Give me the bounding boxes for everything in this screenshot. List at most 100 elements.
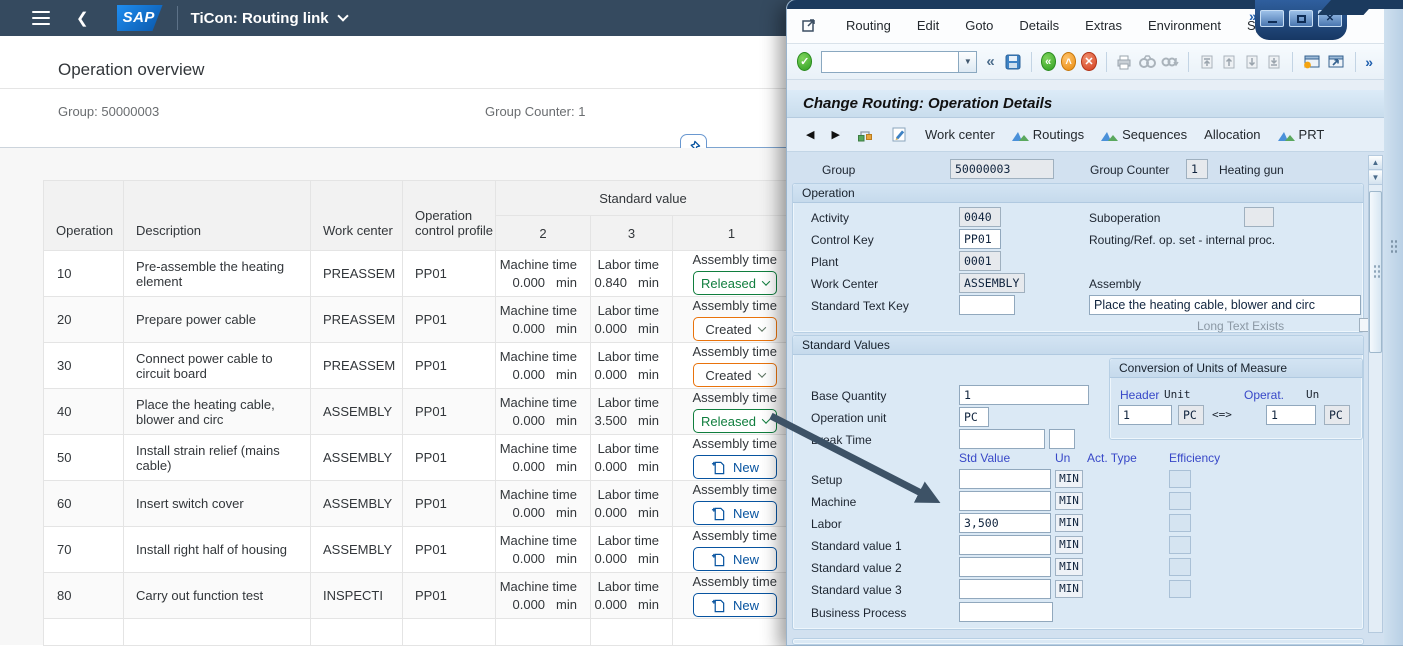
new-session-icon[interactable] [1301, 51, 1321, 73]
status-button-new[interactable]: New [693, 501, 777, 525]
find-icon[interactable] [1138, 51, 1156, 73]
system-menu-icon[interactable] [801, 18, 821, 34]
standard-value-2-efficiency-field[interactable] [1169, 558, 1191, 576]
col-header-work-center[interactable]: Work center [311, 181, 403, 251]
standard-value-1-std-value-input[interactable] [959, 535, 1051, 555]
status-button-new[interactable]: New [693, 593, 777, 617]
standard-value-3-unit-field[interactable]: MIN [1055, 580, 1083, 598]
menu-item-environment[interactable]: Environment [1135, 14, 1234, 37]
status-button-new[interactable]: New [693, 455, 777, 479]
labor-std-value-input[interactable] [959, 513, 1051, 533]
exit-icon[interactable]: ˄ [1061, 52, 1076, 71]
conversion-operat-qty-field[interactable] [1266, 405, 1316, 425]
table-row[interactable]: 60Insert switch coverASSEMBLYPP01Machine… [44, 481, 791, 527]
table-row[interactable]: 50Install strain relief (mains cable)ASS… [44, 435, 791, 481]
back-icon[interactable]: « [1041, 52, 1056, 71]
app-title[interactable]: TiCon: Routing link [191, 10, 329, 27]
previous-page-icon[interactable] [1221, 51, 1238, 73]
standard-value-2-std-value-input[interactable] [959, 557, 1051, 577]
sequences-button[interactable]: Sequences [1096, 124, 1192, 145]
setup-unit-field[interactable]: MIN [1055, 470, 1083, 488]
work-center-button[interactable]: Work center [920, 124, 1000, 145]
standard-value-1-efficiency-field[interactable] [1169, 536, 1191, 554]
long-text-icon[interactable] [886, 123, 913, 146]
machine-std-value-input[interactable] [959, 491, 1051, 511]
col-header-3[interactable]: 3 [591, 216, 673, 251]
chevron-down-icon[interactable] [337, 10, 348, 21]
previous-operation-icon[interactable]: ◀ [801, 125, 819, 144]
scroll-up-icon[interactable]: ▲ [1369, 156, 1382, 170]
routings-button[interactable]: Routings [1007, 124, 1089, 145]
col-header-control-profile[interactable]: Operation control profile [403, 181, 496, 251]
scrollbar-thumb[interactable] [1369, 191, 1382, 353]
first-page-icon[interactable] [1198, 51, 1215, 73]
status-button-new[interactable]: New [693, 547, 777, 571]
table-row[interactable]: 70Install right half of housingASSEMBLYP… [44, 527, 791, 573]
scroll-down-icon[interactable]: ▼ [1369, 171, 1382, 185]
break-time-field[interactable] [959, 429, 1045, 449]
col-header-operation[interactable]: Operation [44, 181, 124, 251]
table-row[interactable]: 80Carry out function testINSPECTIPP01Mac… [44, 573, 791, 619]
group-counter-field[interactable]: 1 [1186, 159, 1208, 179]
conversion-operat-unit-field[interactable]: PC [1324, 405, 1350, 425]
standard-value-2-unit-field[interactable]: MIN [1055, 558, 1083, 576]
group-field[interactable]: 50000003 [950, 159, 1054, 179]
labor-unit-field[interactable]: MIN [1055, 514, 1083, 532]
standard-text-key-field[interactable] [959, 295, 1015, 315]
hamburger-menu-icon[interactable] [32, 11, 50, 25]
break-time-unit-field[interactable] [1049, 429, 1075, 449]
last-page-icon[interactable] [1265, 51, 1282, 73]
conversion-header-unit-field[interactable]: PC [1178, 405, 1204, 425]
status-button-created[interactable]: Created [693, 317, 777, 341]
back-icon[interactable]: ❮ [76, 9, 89, 27]
table-row[interactable]: 40Place the heating cable, blower and ci… [44, 389, 791, 435]
work-center-field[interactable]: ASSEMBLY [959, 273, 1025, 293]
machine-unit-field[interactable]: MIN [1055, 492, 1083, 510]
plant-field[interactable]: 0001 [959, 251, 1001, 271]
table-row[interactable]: 30Connect power cable to circuit boardPR… [44, 343, 791, 389]
print-icon[interactable] [1115, 51, 1133, 73]
menu-item-details[interactable]: Details [1006, 14, 1072, 37]
control-key-field[interactable] [959, 229, 1001, 249]
labor-efficiency-field[interactable] [1169, 514, 1191, 532]
command-field[interactable] [821, 51, 959, 73]
collapse-toolbar-icon[interactable]: « [986, 53, 994, 70]
next-page-icon[interactable] [1243, 51, 1260, 73]
next-operation-icon[interactable]: ▶ [826, 125, 844, 144]
conversion-header-qty-field[interactable] [1118, 405, 1172, 425]
vertical-scrollbar[interactable]: ▲ ▼ [1368, 155, 1383, 633]
toolbar-overflow-icon[interactable]: » [1365, 54, 1373, 70]
prt-button[interactable]: PRT [1273, 124, 1330, 145]
standard-value-3-std-value-input[interactable] [959, 579, 1051, 599]
operation-unit-field[interactable] [959, 407, 989, 427]
col-header-description[interactable]: Description [124, 181, 311, 251]
command-dropdown-icon[interactable]: ▼ [959, 51, 977, 73]
create-shortcut-icon[interactable] [1326, 51, 1346, 73]
find-next-icon[interactable] [1161, 51, 1179, 73]
machine-efficiency-field[interactable] [1169, 492, 1191, 510]
resize-grip[interactable] [1390, 239, 1398, 255]
overview-hierarchy-icon[interactable] [852, 124, 879, 145]
table-row[interactable]: 10Pre-assemble the heating elementPREASS… [44, 251, 791, 297]
activity-field[interactable]: 0040 [959, 207, 1001, 227]
col-header-2[interactable]: 2 [496, 216, 591, 251]
col-header-1[interactable]: 1 [673, 216, 791, 251]
menu-item-goto[interactable]: Goto [952, 14, 1006, 37]
base-quantity-field[interactable] [959, 385, 1089, 405]
close-button[interactable]: ✕ [1318, 10, 1342, 27]
status-button-released[interactable]: Released [693, 271, 777, 295]
cancel-icon[interactable]: ✕ [1081, 52, 1096, 71]
business-process-field[interactable] [959, 602, 1053, 622]
menu-item-edit[interactable]: Edit [904, 14, 952, 37]
allocation-button[interactable]: Allocation [1199, 124, 1265, 145]
suboperation-field[interactable] [1244, 207, 1274, 227]
minimize-button[interactable] [1260, 10, 1284, 27]
table-row[interactable]: 20Prepare power cablePREASSEMPP01Machine… [44, 297, 791, 343]
standard-value-3-efficiency-field[interactable] [1169, 580, 1191, 598]
setup-std-value-input[interactable] [959, 469, 1051, 489]
standard-value-1-unit-field[interactable]: MIN [1055, 536, 1083, 554]
save-icon[interactable] [1004, 51, 1022, 73]
setup-efficiency-field[interactable] [1169, 470, 1191, 488]
enter-icon[interactable]: ✓ [797, 52, 812, 71]
maximize-button[interactable] [1289, 10, 1313, 27]
